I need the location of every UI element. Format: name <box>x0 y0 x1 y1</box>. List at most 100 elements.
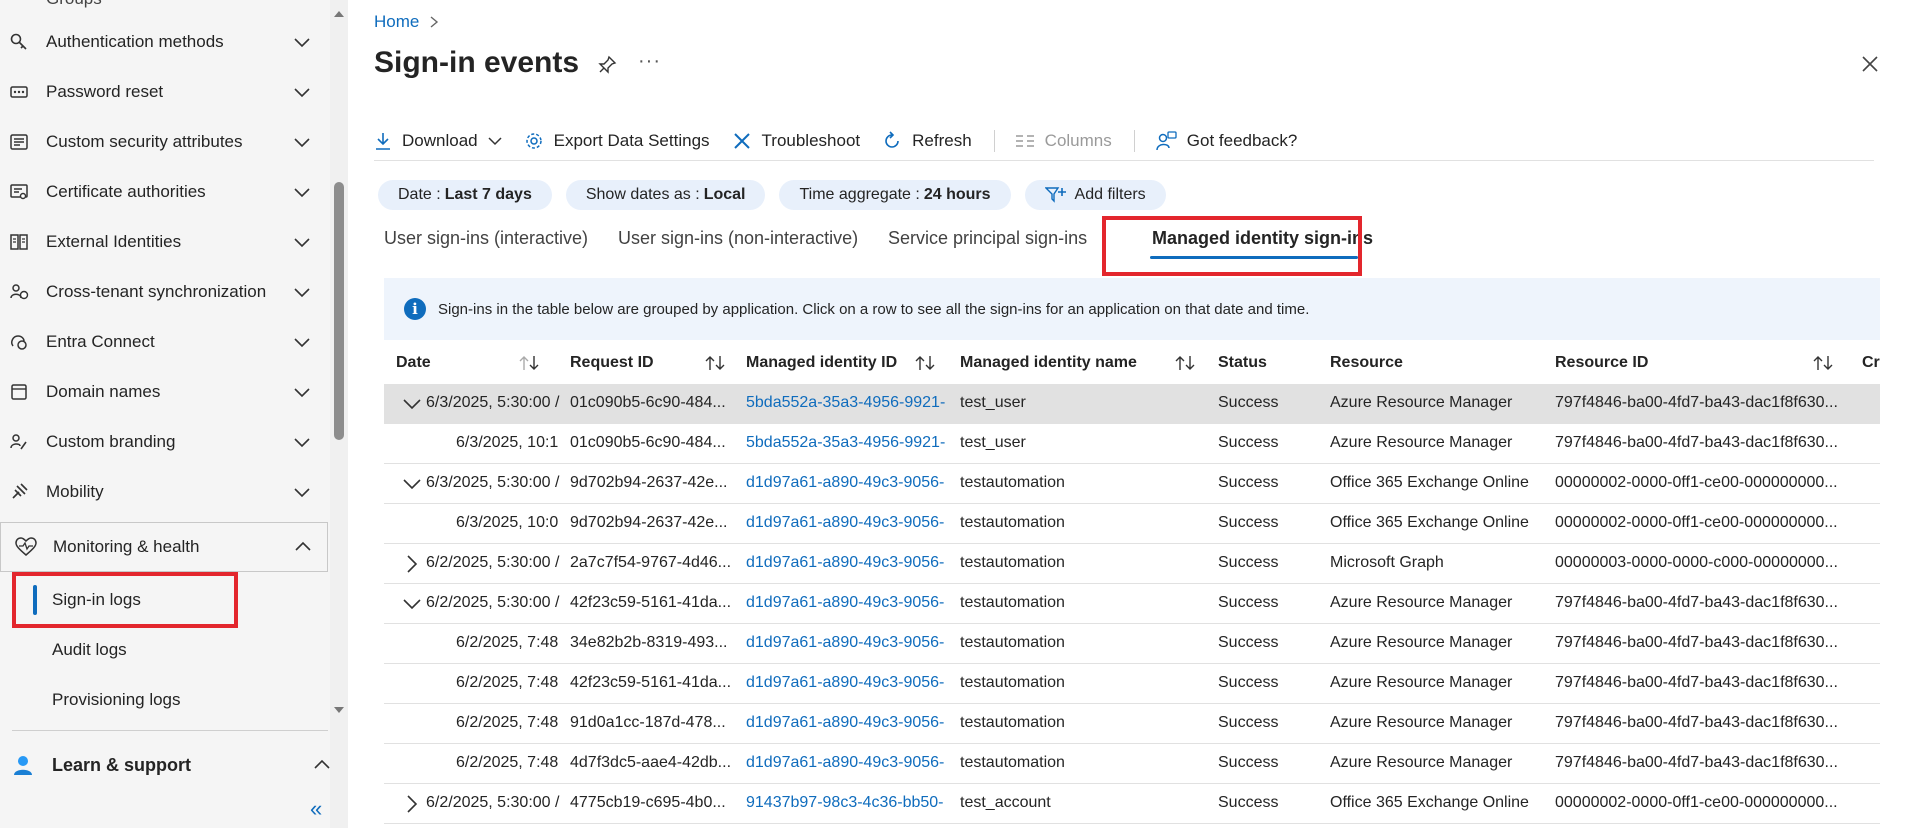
sidebar-item-provisioning-logs[interactable]: Provisioning logs <box>0 675 328 725</box>
time-aggregate-pill[interactable]: Time aggregate :24 hours <box>779 180 1011 210</box>
sidebar-item-domain-names[interactable]: Domain names <box>0 367 328 417</box>
chevron-down-icon[interactable] <box>292 32 312 52</box>
tab-user-non-interactive[interactable]: User sign-ins (non-interactive) <box>618 228 858 249</box>
sort-icon[interactable] <box>1174 354 1196 372</box>
chevron-down-icon[interactable] <box>292 482 312 502</box>
feedback-button[interactable]: Got feedback? <box>1155 130 1297 152</box>
column-header-status[interactable]: Status <box>1218 354 1267 372</box>
chevron-down-icon[interactable] <box>292 382 312 402</box>
sidebar-item-cross-tenant-synchronization[interactable]: Cross-tenant synchronization <box>0 267 328 317</box>
chevron-down-icon[interactable] <box>292 282 312 302</box>
close-icon[interactable] <box>1860 54 1880 74</box>
cell-managed-identity-id[interactable]: 5bda552a-35a3-4956-9921- <box>746 434 954 452</box>
sidebar-item-certificate-authorities[interactable]: Certificate authorities <box>0 167 328 217</box>
sidebar-item-label: Entra Connect <box>46 332 155 351</box>
sidebar-item-password-reset[interactable]: Password reset <box>0 67 328 117</box>
cell-managed-identity-id[interactable]: 91437b97-98c3-4c36-bb50- <box>746 794 954 812</box>
cell-status: Success <box>1218 434 1279 451</box>
table-row[interactable]: 6/2/2025, 5:30:00 / 42f23c59-5161-41da...… <box>384 584 1880 624</box>
sort-icon[interactable] <box>518 354 540 372</box>
sidebar-item-custom-security-attributes[interactable]: Custom security attributes <box>0 117 328 167</box>
cell-resource: Azure Resource Manager <box>1330 634 1513 651</box>
show-dates-pill[interactable]: Show dates as : Local <box>565 180 766 210</box>
cell-managed-identity-id[interactable]: d1d97a61-a890-49c3-9056- <box>746 714 954 732</box>
download-button[interactable]: Download <box>374 131 502 151</box>
breadcrumb-home-link[interactable]: Home <box>374 12 419 32</box>
sidebar-item-custom-branding[interactable]: Custom branding <box>0 417 328 467</box>
chevron-right-icon[interactable] <box>402 554 422 574</box>
sidebar-group-monitoring-health[interactable]: Monitoring & health <box>0 522 328 572</box>
column-header-request-id[interactable]: Request ID <box>570 354 654 372</box>
sidebar-item-entra-connect[interactable]: Entra Connect <box>0 317 328 367</box>
highlight-box-sign-in-logs <box>12 572 238 628</box>
pin-icon[interactable] <box>596 54 618 76</box>
table-row[interactable]: 6/3/2025, 5:30:00 / 9d702b94-2637-42e... d… <box>384 464 1880 504</box>
chevron-down-icon[interactable] <box>292 332 312 352</box>
sidebar-item-mobility[interactable]: Mobility <box>0 467 328 517</box>
scrollbar-thumb[interactable] <box>334 182 344 440</box>
info-icon: i <box>404 298 426 320</box>
table-row[interactable]: 6/2/2025, 5:30:00 / 4775cb19-c695-4b0... 9… <box>384 784 1880 824</box>
chevron-up-icon[interactable] <box>293 537 313 557</box>
chevron-down-icon[interactable] <box>292 182 312 202</box>
chevron-down-icon[interactable] <box>292 232 312 252</box>
cell-managed-identity-id[interactable]: d1d97a61-a890-49c3-9056- <box>746 674 954 692</box>
table-row[interactable]: 6/2/2025, 7:48 34e82b2b-8319-493... d1d97a… <box>384 624 1880 664</box>
chevron-down-icon[interactable] <box>402 594 422 614</box>
collapse-sidebar-icon[interactable]: « <box>310 796 322 822</box>
column-header-date[interactable]: Date <box>396 354 431 372</box>
cell-status: Success <box>1218 394 1279 411</box>
chevron-down-icon[interactable] <box>402 394 422 414</box>
column-header-resource[interactable]: Resource <box>1330 354 1403 372</box>
sidebar-item-external-identities[interactable]: External Identities <box>0 217 328 267</box>
chevron-down-icon[interactable] <box>292 82 312 102</box>
sort-icon[interactable] <box>914 354 936 372</box>
cell-managed-identity-id[interactable]: d1d97a61-a890-49c3-9056- <box>746 514 954 532</box>
cell-managed-identity-id[interactable]: 5bda552a-35a3-4956-9921- <box>746 394 954 412</box>
troubleshoot-button[interactable]: Troubleshoot <box>732 131 860 151</box>
sidebar-item-audit-logs[interactable]: Audit logs <box>0 625 328 675</box>
column-header-truncated[interactable]: Cr <box>1862 354 1880 372</box>
tab-user-interactive[interactable]: User sign-ins (interactive) <box>384 228 588 249</box>
export-data-settings-button[interactable]: Export Data Settings <box>524 131 710 151</box>
column-header-managed-identity-name[interactable]: Managed identity name <box>960 354 1137 372</box>
cell-managed-identity-id[interactable]: d1d97a61-a890-49c3-9056- <box>746 594 954 612</box>
cell-date: 6/3/2025, 5:30:00 / <box>426 394 560 411</box>
refresh-button[interactable]: Refresh <box>882 131 972 151</box>
cell-managed-identity-id[interactable]: d1d97a61-a890-49c3-9056- <box>746 554 954 572</box>
table-row[interactable]: 6/2/2025, 7:48 91d0a1cc-187d-478... d1d97a… <box>384 704 1880 744</box>
add-filters-button[interactable]: Add filters <box>1024 180 1166 210</box>
cell-managed-identity-id[interactable]: d1d97a61-a890-49c3-9056- <box>746 474 954 492</box>
breadcrumb: Home <box>374 12 439 32</box>
scroll-down-icon[interactable] <box>333 704 345 716</box>
table-row[interactable]: 6/3/2025, 5:30:00 / 01c090b5-6c90-484... 5… <box>384 384 1880 424</box>
table-row[interactable]: 6/2/2025, 7:48 42f23c59-5161-41da... d1d97… <box>384 664 1880 704</box>
columns-button[interactable]: Columns <box>1015 131 1112 151</box>
table-row[interactable]: 6/2/2025, 7:48 4d7f3dc5-aae4-42db... d1d97… <box>384 744 1880 784</box>
cell-date: 6/2/2025, 7:48 <box>456 754 559 771</box>
chevron-down-icon[interactable] <box>402 474 422 494</box>
table-row[interactable]: 6/3/2025, 10:1 01c090b5-6c90-484... 5bda55… <box>384 424 1880 464</box>
chevron-down-icon[interactable] <box>292 132 312 152</box>
sidebar-item-authentication-methods[interactable]: Authentication methods <box>0 17 328 67</box>
cell-request-id: 01c090b5-6c90-484... <box>570 434 726 451</box>
column-header-managed-identity-id[interactable]: Managed identity ID <box>746 354 897 372</box>
chevron-right-icon[interactable] <box>402 794 422 814</box>
cell-resource-id: 00000003-0000-0000-c000-00000000... <box>1555 554 1838 571</box>
cell-resource-id: 00000002-0000-0ff1-ce00-000000000... <box>1555 514 1838 531</box>
cell-managed-identity-id[interactable]: d1d97a61-a890-49c3-9056- <box>746 754 954 772</box>
chevron-down-icon[interactable] <box>292 432 312 452</box>
cell-managed-identity-id[interactable]: d1d97a61-a890-49c3-9056- <box>746 634 954 652</box>
more-options-icon[interactable]: ··· <box>638 50 661 73</box>
table-row[interactable]: 6/2/2025, 5:30:00 / 2a7c7f54-9767-4d46...… <box>384 544 1880 584</box>
tab-service-principal[interactable]: Service principal sign-ins <box>888 228 1087 249</box>
date-filter-pill[interactable]: Date : Last 7 days <box>378 180 552 210</box>
sort-icon[interactable] <box>704 354 726 372</box>
chevron-up-icon[interactable] <box>312 755 332 775</box>
feedback-person-icon <box>1156 131 1177 151</box>
table-row[interactable]: 6/3/2025, 10:0 9d702b94-2637-42e... d1d97a… <box>384 504 1880 544</box>
scroll-up-icon[interactable] <box>333 8 345 20</box>
column-header-resource-id[interactable]: Resource ID <box>1555 354 1648 372</box>
sidebar-item-learn-support[interactable]: Learn & support <box>0 740 330 790</box>
sort-icon[interactable] <box>1812 354 1834 372</box>
